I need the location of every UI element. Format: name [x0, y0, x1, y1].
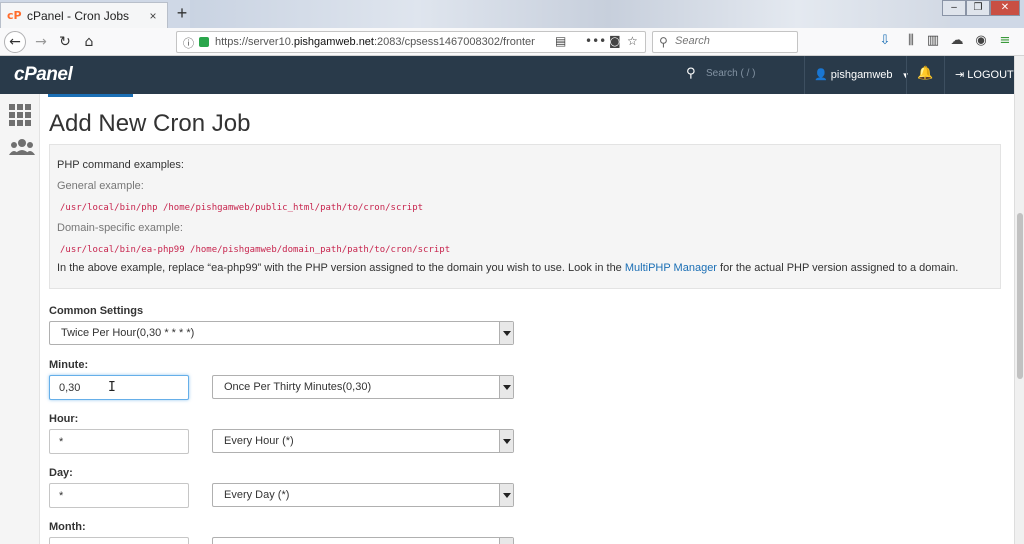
page-actions-icon[interactable]: •••: [585, 34, 606, 48]
cpanel-header: cPanel ⚲ Search ( / ) 👤 pishgamweb ▼ 🔔 ⇥…: [0, 56, 1014, 94]
logout-icon: ⇥: [955, 69, 965, 81]
pocket-icon[interactable]: ◙: [609, 34, 621, 48]
hour-label: Hour:: [49, 413, 79, 425]
minimize-window-button[interactable]: –: [942, 0, 966, 16]
domain-example-code: /usr/local/bin/ea-php99 /home/pishgamweb…: [60, 245, 451, 255]
cpanel-search-input[interactable]: Search ( / ): [706, 68, 755, 79]
text-cursor-icon: I: [108, 380, 116, 395]
dropdown-arrow-icon: [499, 484, 513, 506]
sidebar-toggle-icon[interactable]: ▥: [924, 33, 942, 51]
minute-select-value: Once Per Thirty Minutes(0,30): [224, 381, 372, 393]
browser-navbar: ← → ↻ ⌂ ⓘ https://server10.pishgamweb.ne…: [0, 28, 1024, 56]
hour-value: *: [59, 436, 64, 448]
account-icon[interactable]: ◉: [972, 33, 990, 51]
php-examples-box: PHP command examples: General example: /…: [49, 144, 1001, 289]
logout-button[interactable]: ⇥ LOGOUT: [955, 68, 1014, 81]
minute-value: 0,30: [59, 382, 81, 394]
general-example-code: /usr/local/bin/php /home/pishgamweb/publ…: [60, 203, 424, 213]
active-tab-indicator: [48, 94, 133, 97]
day-value: *: [59, 490, 64, 502]
browser-tab-strip: cP cPanel - Cron Jobs × + – ❐ ✕: [0, 0, 1024, 28]
forward-arrow-icon[interactable]: →: [30, 31, 52, 53]
close-window-button[interactable]: ✕: [990, 0, 1020, 16]
downloads-icon[interactable]: ⇩: [876, 33, 894, 51]
main-content: Add New Cron Job PHP command examples: G…: [40, 94, 1014, 544]
sync-icon[interactable]: ☁: [948, 33, 966, 51]
hour-input[interactable]: *: [49, 429, 189, 454]
maximize-window-button[interactable]: ❐: [966, 0, 990, 16]
bookmark-star-icon[interactable]: ☆: [627, 34, 638, 48]
home-icon[interactable]: ⌂: [78, 31, 100, 53]
day-select-value: Every Day (*): [224, 489, 290, 501]
month-label: Month:: [49, 521, 86, 533]
general-example-label: General example:: [57, 180, 144, 192]
notifications-bell-icon[interactable]: 🔔: [917, 66, 933, 81]
domain-example-label: Domain-specific example:: [57, 222, 183, 234]
common-settings-label: Common Settings: [49, 305, 144, 317]
hour-select[interactable]: Every Hour (*): [212, 429, 514, 453]
day-select[interactable]: Every Day (*): [212, 483, 514, 507]
username: pishgamweb: [830, 69, 893, 81]
menu-icon[interactable]: ≡: [996, 33, 1014, 51]
user-icon: 👤: [814, 69, 828, 81]
month-input[interactable]: [49, 537, 189, 544]
minute-select[interactable]: Once Per Thirty Minutes(0,30): [212, 375, 514, 399]
left-sidebar: [0, 94, 40, 544]
day-input[interactable]: *: [49, 483, 189, 508]
lock-icon[interactable]: [199, 37, 209, 47]
page-title: Add New Cron Job: [49, 110, 251, 137]
apps-grid-icon[interactable]: [9, 104, 33, 126]
users-icon[interactable]: [9, 138, 35, 158]
url-text[interactable]: https://server10.pishgamweb.net:2083/cps…: [215, 36, 535, 48]
examples-heading: PHP command examples:: [57, 159, 184, 171]
address-bar[interactable]: ⓘ https://server10.pishgamweb.net:2083/c…: [176, 31, 646, 53]
dropdown-arrow-icon: [499, 376, 513, 398]
cpanel-favicon-icon: cP: [7, 8, 22, 22]
browser-search-input[interactable]: [675, 35, 790, 47]
tab-title: cPanel - Cron Jobs: [27, 8, 130, 23]
dropdown-arrow-icon: [499, 538, 513, 544]
examples-note: In the above example, replace “ea-php99”…: [57, 262, 959, 274]
user-menu[interactable]: 👤 pishgamweb ▼: [814, 68, 910, 81]
reload-icon[interactable]: ↻: [54, 31, 76, 53]
hour-select-value: Every Hour (*): [224, 435, 294, 447]
search-icon[interactable]: ⚲: [686, 66, 696, 81]
back-arrow-icon[interactable]: ←: [4, 31, 26, 53]
dropdown-arrow-icon: [499, 430, 513, 452]
reader-view-icon[interactable]: ▤: [555, 34, 566, 48]
multiphp-manager-link[interactable]: MultiPHP Manager: [625, 262, 717, 274]
browser-search-bar[interactable]: ⚲: [652, 31, 798, 53]
logout-label: LOGOUT: [967, 69, 1014, 81]
search-icon: ⚲: [659, 35, 668, 49]
browser-tab-cron-jobs[interactable]: cP cPanel - Cron Jobs ×: [0, 2, 168, 28]
month-select[interactable]: [212, 537, 514, 544]
header-divider: [906, 56, 907, 94]
common-settings-value: Twice Per Hour(0,30 * * * *): [61, 327, 195, 339]
cpanel-logo[interactable]: cPanel: [14, 64, 73, 86]
new-tab-button[interactable]: +: [172, 3, 192, 23]
tabstrip-background: [190, 0, 950, 28]
close-tab-icon[interactable]: ×: [145, 9, 161, 23]
library-icon[interactable]: ⫼: [902, 33, 920, 51]
scrollbar-thumb[interactable]: [1017, 213, 1023, 379]
header-divider: [944, 56, 945, 94]
minute-input[interactable]: 0,30 I: [49, 375, 189, 400]
minute-label: Minute:: [49, 359, 89, 371]
dropdown-arrow-icon: [499, 322, 513, 344]
page-scrollbar[interactable]: [1014, 56, 1024, 544]
day-label: Day:: [49, 467, 73, 479]
header-divider: [804, 56, 805, 94]
common-settings-select[interactable]: Twice Per Hour(0,30 * * * *): [49, 321, 514, 345]
site-info-icon[interactable]: ⓘ: [183, 35, 194, 51]
